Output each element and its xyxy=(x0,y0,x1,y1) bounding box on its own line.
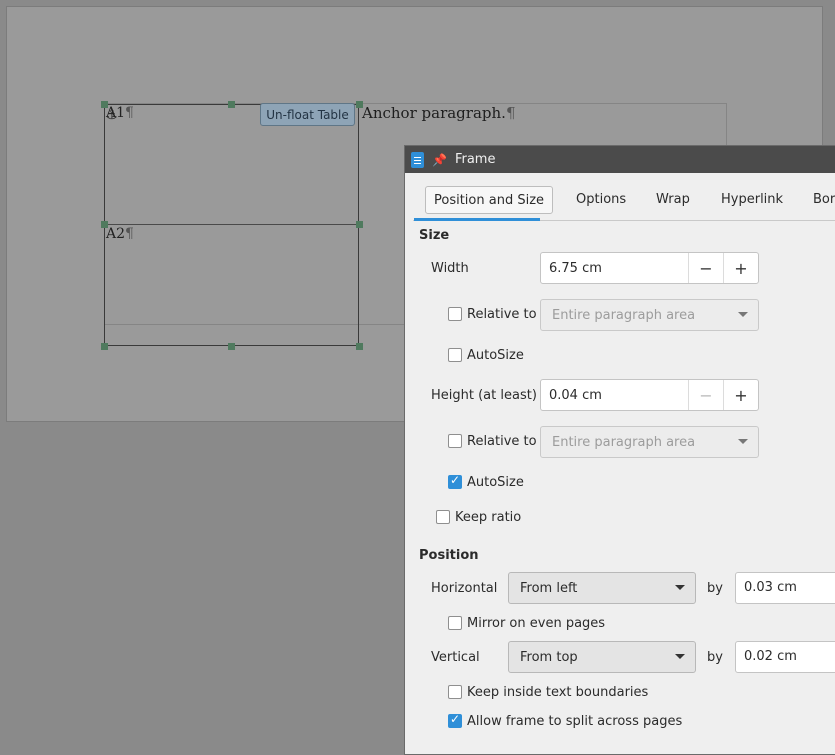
width-autosize-checkbox[interactable] xyxy=(448,348,462,362)
tab-borders[interactable]: Bord xyxy=(805,186,835,214)
cell-a2[interactable]: A2¶ xyxy=(106,226,134,242)
horizontal-label: Horizontal xyxy=(431,581,498,596)
keep-ratio-checkbox[interactable] xyxy=(436,510,450,524)
height-autosize-label[interactable]: AutoSize xyxy=(467,475,524,490)
resize-handle-bottom-right[interactable] xyxy=(356,343,363,350)
width-spinbox[interactable]: 6.75 cm − + xyxy=(540,252,759,284)
mirror-even-pages-label[interactable]: Mirror on even pages xyxy=(467,616,605,631)
pilcrow-mark: ¶ xyxy=(505,104,516,122)
frame-dialog: 📌 Frame Position and Size Options Wrap H… xyxy=(404,145,835,755)
resize-handle-bottom[interactable] xyxy=(228,343,235,350)
height-label: Height (at least) xyxy=(431,388,537,403)
height-relative-label[interactable]: Relative to xyxy=(467,434,537,449)
height-value[interactable]: 0.04 cm xyxy=(541,388,688,403)
cell-a1-text: A1 xyxy=(106,105,126,121)
dropdown-arrow-icon xyxy=(738,439,748,444)
vertical-select[interactable]: From top xyxy=(508,641,696,673)
width-relative-checkbox[interactable] xyxy=(448,307,462,321)
resize-handle-top-left[interactable] xyxy=(101,101,108,108)
tab-options[interactable]: Options xyxy=(568,186,634,214)
pilcrow-mark: ¶ xyxy=(125,105,134,121)
horizontal-by-label: by xyxy=(707,581,723,596)
height-spinbox[interactable]: 0.04 cm − + xyxy=(540,379,759,411)
pilcrow-mark: ¶ xyxy=(125,226,134,242)
width-relative-label[interactable]: Relative to xyxy=(467,307,537,322)
resize-handle-right[interactable] xyxy=(356,221,363,228)
width-relative-select-value: Entire paragraph area xyxy=(552,307,696,323)
width-decrement-button[interactable]: − xyxy=(688,253,723,283)
vertical-label: Vertical xyxy=(431,650,480,665)
height-increment-button[interactable]: + xyxy=(723,380,758,410)
height-autosize-checkbox[interactable] xyxy=(448,473,462,489)
allow-split-label[interactable]: Allow frame to split across pages xyxy=(467,714,682,729)
width-label: Width xyxy=(431,261,469,276)
dropdown-arrow-icon xyxy=(738,312,748,317)
size-section-title: Size xyxy=(419,228,450,243)
horizontal-by-input[interactable]: 0.03 cm xyxy=(735,572,835,604)
dialog-title: Frame xyxy=(454,152,496,167)
width-increment-button[interactable]: + xyxy=(723,253,758,283)
writer-app-icon xyxy=(411,151,424,168)
unfloat-table-button[interactable]: Un-float Table xyxy=(260,103,355,126)
anchor-paragraph[interactable]: Anchor paragraph.¶ xyxy=(362,104,515,122)
cell-a1[interactable]: A1¶ xyxy=(106,105,134,121)
cell-a2-text: A2 xyxy=(106,226,126,242)
vertical-by-label: by xyxy=(707,650,723,665)
dropdown-arrow-icon xyxy=(675,585,685,590)
height-relative-select-value: Entire paragraph area xyxy=(552,434,696,450)
width-value[interactable]: 6.75 cm xyxy=(541,261,688,276)
tab-wrap[interactable]: Wrap xyxy=(648,186,698,214)
horizontal-select[interactable]: From left xyxy=(508,572,696,604)
keep-inside-boundaries-label[interactable]: Keep inside text boundaries xyxy=(467,685,648,700)
horizontal-select-value: From left xyxy=(520,580,578,596)
table-row-divider xyxy=(105,224,358,225)
active-tab-indicator xyxy=(414,218,540,221)
resize-handle-top[interactable] xyxy=(228,101,235,108)
dropdown-arrow-icon xyxy=(675,654,685,659)
keep-inside-boundaries-checkbox[interactable] xyxy=(448,685,462,699)
resize-handle-left[interactable] xyxy=(101,221,108,228)
tab-hyperlink[interactable]: Hyperlink xyxy=(713,186,791,214)
vertical-by-input[interactable]: 0.02 cm xyxy=(735,641,835,673)
keep-ratio-label[interactable]: Keep ratio xyxy=(455,510,521,525)
width-autosize-label[interactable]: AutoSize xyxy=(467,348,524,363)
height-relative-checkbox[interactable] xyxy=(448,434,462,448)
tab-position-and-size[interactable]: Position and Size xyxy=(425,186,554,214)
pin-icon[interactable]: 📌 xyxy=(432,153,447,167)
position-section-title: Position xyxy=(419,548,479,563)
vertical-select-value: From top xyxy=(520,649,578,665)
width-relative-select[interactable]: Entire paragraph area xyxy=(540,299,759,331)
mirror-even-pages-checkbox[interactable] xyxy=(448,616,462,630)
height-relative-select[interactable]: Entire paragraph area xyxy=(540,426,759,458)
anchor-paragraph-text: Anchor paragraph. xyxy=(362,104,506,122)
table-frame[interactable] xyxy=(104,104,359,346)
height-decrement-button[interactable]: − xyxy=(688,380,723,410)
tab-bar: Position and Size Options Wrap Hyperlink… xyxy=(413,180,835,221)
dialog-titlebar[interactable]: 📌 Frame xyxy=(405,146,835,173)
resize-handle-bottom-left[interactable] xyxy=(101,343,108,350)
allow-split-checkbox[interactable] xyxy=(448,712,462,728)
